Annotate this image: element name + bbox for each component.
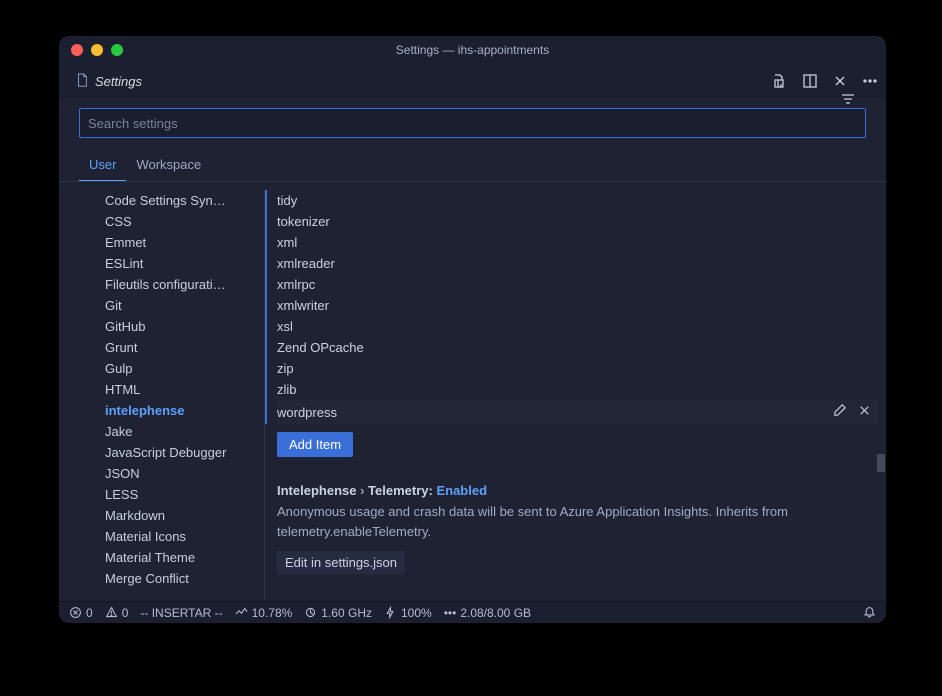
status-battery[interactable]: 100% bbox=[384, 606, 432, 620]
setting-path-mid: Telemetry: bbox=[368, 483, 433, 498]
search-input[interactable] bbox=[79, 108, 866, 138]
titlebar: Settings — ihs-appointments bbox=[59, 36, 886, 64]
list-item[interactable]: zip bbox=[277, 358, 878, 379]
modified-indicator bbox=[265, 253, 267, 274]
scope-tab-user[interactable]: User bbox=[79, 150, 126, 181]
sidebar-item[interactable]: Fileutils configurati… bbox=[105, 274, 265, 295]
list-item-label: zlib bbox=[277, 382, 297, 397]
status-warnings[interactable]: 0 bbox=[105, 606, 129, 620]
edit-in-settings-json[interactable]: Edit in settings.json bbox=[277, 551, 405, 574]
edit-icon[interactable] bbox=[832, 403, 847, 421]
list-item-label: xmlreader bbox=[277, 256, 335, 271]
list-item[interactable]: tokenizer bbox=[277, 211, 878, 232]
list-item[interactable]: zlib bbox=[277, 379, 878, 400]
modified-indicator bbox=[265, 358, 267, 379]
list-item-label: xmlrpc bbox=[277, 277, 315, 292]
list-item[interactable]: xmlrpc bbox=[277, 274, 878, 295]
scrollbar-thumb[interactable] bbox=[877, 454, 885, 472]
setting-path-prefix: Intelephense bbox=[277, 483, 356, 498]
list-item[interactable]: xsl bbox=[277, 316, 878, 337]
tab-bar: Settings bbox=[59, 64, 886, 98]
sidebar-item[interactable]: Code Settings Syn… bbox=[105, 190, 265, 211]
list-item[interactable]: xmlreader bbox=[277, 253, 878, 274]
list-item[interactable]: xml bbox=[277, 232, 878, 253]
list-item-label: tidy bbox=[277, 193, 297, 208]
list-item[interactable]: tidy bbox=[277, 190, 878, 211]
status-bar: 0 0 -- INSERTAR -- 10.78% 1.60 GHz 100% bbox=[59, 601, 886, 623]
file-icon bbox=[75, 73, 89, 90]
scope-tab-workspace[interactable]: Workspace bbox=[126, 150, 211, 181]
modified-indicator bbox=[265, 274, 267, 295]
sidebar-item[interactable]: Jake bbox=[105, 421, 265, 442]
editor-window: Settings — ihs-appointments Settings bbox=[59, 36, 886, 623]
modified-indicator bbox=[265, 337, 267, 358]
sidebar-item[interactable]: Markdown bbox=[105, 505, 265, 526]
modified-indicator bbox=[265, 400, 267, 424]
list-item[interactable]: wordpress bbox=[277, 400, 878, 424]
sidebar-item[interactable]: LESS bbox=[105, 484, 265, 505]
list-item-label: tokenizer bbox=[277, 214, 330, 229]
sidebar-item[interactable]: CSS bbox=[105, 211, 265, 232]
search-container bbox=[59, 98, 886, 146]
modified-indicator bbox=[265, 379, 267, 400]
status-cpu-ghz[interactable]: 1.60 GHz bbox=[304, 606, 372, 620]
row-actions bbox=[832, 403, 872, 421]
remove-icon[interactable] bbox=[857, 403, 872, 421]
tab-label: Settings bbox=[95, 74, 142, 89]
tab-settings[interactable]: Settings bbox=[67, 73, 150, 90]
list-item-label: xsl bbox=[277, 319, 293, 334]
sidebar-item[interactable]: GitHub bbox=[105, 316, 265, 337]
status-memory[interactable]: ••• 2.08/8.00 GB bbox=[444, 606, 531, 620]
setting-description: Anonymous usage and crash data will be s… bbox=[277, 502, 858, 541]
modified-indicator bbox=[265, 190, 267, 211]
modified-indicator bbox=[265, 211, 267, 232]
sidebar-item[interactable]: Git bbox=[105, 295, 265, 316]
list-item[interactable]: xmlwriter bbox=[277, 295, 878, 316]
tab-actions bbox=[772, 73, 878, 89]
open-changes-icon[interactable] bbox=[772, 73, 788, 89]
settings-main: tidy tokenizer xml xmlreader xmlrpc xmlwriter… bbox=[265, 182, 886, 601]
split-editor-icon[interactable] bbox=[802, 73, 818, 89]
sidebar-item[interactable]: Material Theme bbox=[105, 547, 265, 568]
scope-tabs: User Workspace bbox=[59, 150, 886, 182]
modified-indicator bbox=[265, 316, 267, 337]
modified-indicator bbox=[265, 295, 267, 316]
status-vim-mode: -- INSERTAR -- bbox=[140, 606, 222, 620]
setting-value-link[interactable]: Enabled bbox=[436, 483, 487, 498]
sidebar-item[interactable]: Material Icons bbox=[105, 526, 265, 547]
more-actions-icon[interactable] bbox=[862, 73, 878, 89]
setting-telemetry: Intelephense › Telemetry: Enabled Anonym… bbox=[277, 483, 878, 574]
window-title: Settings — ihs-appointments bbox=[59, 43, 886, 57]
modified-indicator bbox=[265, 232, 267, 253]
sidebar-item[interactable]: Gulp bbox=[105, 358, 265, 379]
list-item-label: xml bbox=[277, 235, 297, 250]
status-errors[interactable]: 0 bbox=[69, 606, 93, 620]
settings-sidebar: Code Settings Syn…CSSEmmetESLintFileutil… bbox=[59, 182, 265, 601]
list-item-label: Zend OPcache bbox=[277, 340, 364, 355]
sidebar-item[interactable]: ESLint bbox=[105, 253, 265, 274]
list-item[interactable]: Zend OPcache bbox=[277, 337, 878, 358]
status-bell-icon[interactable] bbox=[863, 606, 876, 619]
settings-content: Code Settings Syn…CSSEmmetESLintFileutil… bbox=[59, 182, 886, 601]
setting-title: Intelephense › Telemetry: Enabled bbox=[277, 483, 858, 498]
sidebar-item[interactable]: HTML bbox=[105, 379, 265, 400]
status-cpu-pct[interactable]: 10.78% bbox=[235, 606, 293, 620]
close-tab-icon[interactable] bbox=[832, 73, 848, 89]
filter-icon[interactable] bbox=[840, 91, 856, 107]
sidebar-item[interactable]: JSON bbox=[105, 463, 265, 484]
add-item-button[interactable]: Add Item bbox=[277, 432, 353, 457]
list-item-label: xmlwriter bbox=[277, 298, 329, 313]
sidebar-item[interactable]: Emmet bbox=[105, 232, 265, 253]
list-item-label: zip bbox=[277, 361, 294, 376]
sidebar-item[interactable]: Grunt bbox=[105, 337, 265, 358]
list-item-label: wordpress bbox=[277, 405, 337, 420]
sidebar-item[interactable]: Merge Conflict bbox=[105, 568, 265, 589]
sidebar-item[interactable]: intelephense bbox=[105, 400, 265, 421]
sidebar-item[interactable]: JavaScript Debugger bbox=[105, 442, 265, 463]
